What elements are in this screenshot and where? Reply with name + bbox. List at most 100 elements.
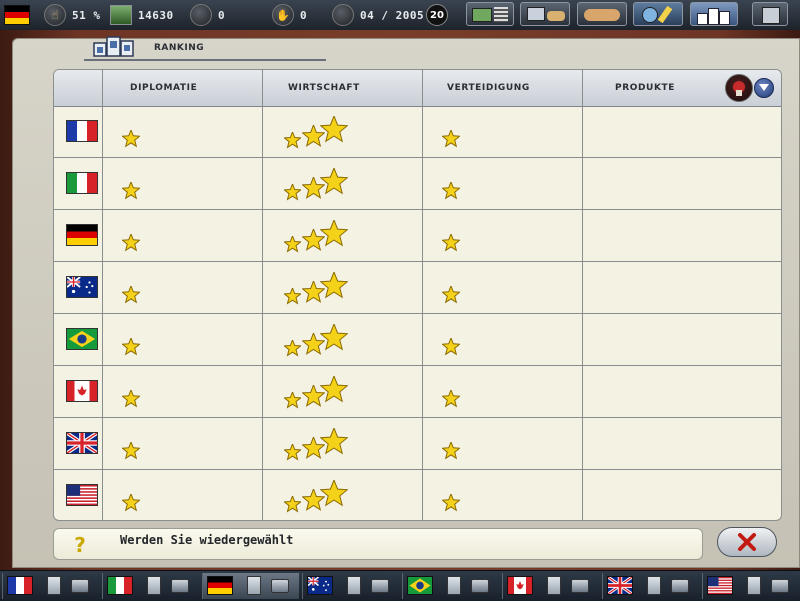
star-icon bbox=[320, 376, 348, 403]
canada-flag-icon bbox=[507, 576, 533, 595]
brazil-flag-icon bbox=[66, 328, 98, 350]
country-tab-united-kingdom[interactable] bbox=[602, 573, 699, 599]
computer-icon bbox=[527, 7, 545, 21]
country-tab-usa[interactable] bbox=[702, 573, 799, 599]
produkte-stars bbox=[582, 314, 742, 366]
save-menu-button[interactable] bbox=[752, 2, 788, 26]
wirtschaft-stars bbox=[262, 366, 422, 418]
loans-indicator[interactable]: 0 bbox=[190, 3, 225, 27]
italy-flag-icon bbox=[107, 576, 133, 595]
close-button[interactable] bbox=[717, 527, 777, 557]
verteidigung-stars bbox=[422, 366, 582, 418]
star-icon bbox=[320, 324, 348, 351]
tab-underline bbox=[84, 59, 326, 61]
research-button[interactable] bbox=[633, 2, 683, 26]
usa-flag-icon bbox=[707, 576, 733, 595]
star-icon bbox=[122, 130, 140, 148]
round-badge[interactable]: 20 bbox=[426, 4, 448, 26]
table-row[interactable] bbox=[54, 106, 781, 158]
status-message: Werden Sie wiedergewählt bbox=[120, 533, 294, 547]
table-row[interactable] bbox=[54, 314, 781, 366]
diplomatie-stars bbox=[102, 158, 262, 210]
table-row[interactable] bbox=[54, 470, 781, 520]
country-tab-germany[interactable] bbox=[202, 573, 299, 599]
handshake-icon: ✋ bbox=[272, 4, 294, 26]
country-tab-australia[interactable] bbox=[302, 573, 399, 599]
floppy-disk-icon bbox=[762, 7, 780, 24]
header-produkte: PRODUKTE bbox=[615, 83, 676, 93]
diplomatie-stars bbox=[102, 418, 262, 470]
brazil-flag-icon bbox=[407, 576, 433, 595]
computer-icon bbox=[671, 579, 689, 593]
product-icon bbox=[733, 81, 745, 96]
date-indicator[interactable]: 04 / 2005 bbox=[332, 3, 424, 27]
podium-icon bbox=[93, 36, 134, 57]
wirtschaft-stars bbox=[262, 262, 422, 314]
star-icon bbox=[122, 338, 140, 356]
money-indicator[interactable]: 14630 bbox=[110, 3, 174, 27]
star-icon bbox=[284, 184, 301, 201]
loans-value: 0 bbox=[218, 8, 226, 22]
table-row[interactable] bbox=[54, 158, 781, 210]
star-icon bbox=[442, 182, 460, 200]
network-button[interactable] bbox=[520, 2, 570, 26]
country-tab-france[interactable] bbox=[2, 573, 99, 599]
approval-indicator[interactable]: ☝ 51 % bbox=[44, 3, 101, 27]
produkte-stars bbox=[582, 366, 742, 418]
table-row[interactable] bbox=[54, 418, 781, 470]
verteidigung-stars bbox=[422, 418, 582, 470]
table-row[interactable] bbox=[54, 366, 781, 418]
computer-icon bbox=[471, 579, 489, 593]
country-tab-brazil[interactable] bbox=[402, 573, 499, 599]
star-icon bbox=[284, 288, 301, 305]
verteidigung-stars bbox=[422, 262, 582, 314]
produkte-stars bbox=[582, 210, 742, 262]
product-dropdown-button[interactable] bbox=[754, 78, 774, 98]
star-icon bbox=[122, 390, 140, 408]
country-switch-bar bbox=[0, 570, 800, 601]
date-value: 04 / 2005 bbox=[360, 8, 425, 22]
tab-title: RANKING bbox=[154, 43, 205, 53]
trade-indicator[interactable]: ✋ 0 bbox=[272, 3, 307, 27]
player-flag[interactable] bbox=[4, 3, 30, 27]
computer-icon bbox=[271, 579, 289, 593]
diplomatie-stars bbox=[102, 262, 262, 314]
trade-value: 0 bbox=[300, 8, 308, 22]
globe-icon bbox=[642, 7, 658, 23]
verteidigung-stars bbox=[422, 158, 582, 210]
produkte-stars bbox=[582, 418, 742, 470]
germany-flag-icon bbox=[207, 576, 233, 595]
table-row[interactable] bbox=[54, 210, 781, 262]
star-icon bbox=[122, 182, 140, 200]
united-kingdom-flag-icon bbox=[66, 432, 98, 454]
star-icon bbox=[122, 286, 140, 304]
star-icon bbox=[320, 480, 348, 507]
wirtschaft-stars bbox=[262, 470, 422, 520]
star-icon bbox=[442, 442, 460, 460]
australia-flag-icon bbox=[66, 276, 98, 298]
star-icon bbox=[442, 390, 460, 408]
wirtschaft-stars bbox=[262, 314, 422, 366]
produkte-stars bbox=[582, 470, 742, 520]
diplomatie-stars bbox=[102, 210, 262, 262]
star-icon bbox=[320, 220, 348, 247]
ranking-tab: RANKING bbox=[84, 33, 326, 61]
star-icon bbox=[320, 116, 348, 143]
document-icon bbox=[47, 576, 61, 595]
money-stack-icon bbox=[472, 8, 492, 22]
finance-button[interactable] bbox=[466, 2, 514, 26]
star-icon bbox=[284, 392, 301, 409]
ranking-button[interactable] bbox=[690, 2, 738, 26]
country-tab-italy[interactable] bbox=[102, 573, 199, 599]
product-picker-button[interactable] bbox=[725, 74, 753, 102]
document-icon bbox=[747, 576, 761, 595]
diplomacy-button[interactable] bbox=[577, 2, 627, 26]
chevron-down-icon bbox=[759, 84, 769, 91]
table-row[interactable] bbox=[54, 262, 781, 314]
question-mark-icon[interactable]: ? bbox=[70, 534, 90, 556]
computer-icon bbox=[71, 579, 89, 593]
star-icon bbox=[122, 494, 140, 512]
country-tab-canada[interactable] bbox=[502, 573, 599, 599]
star-icon bbox=[320, 272, 348, 299]
list-icon bbox=[494, 7, 508, 22]
